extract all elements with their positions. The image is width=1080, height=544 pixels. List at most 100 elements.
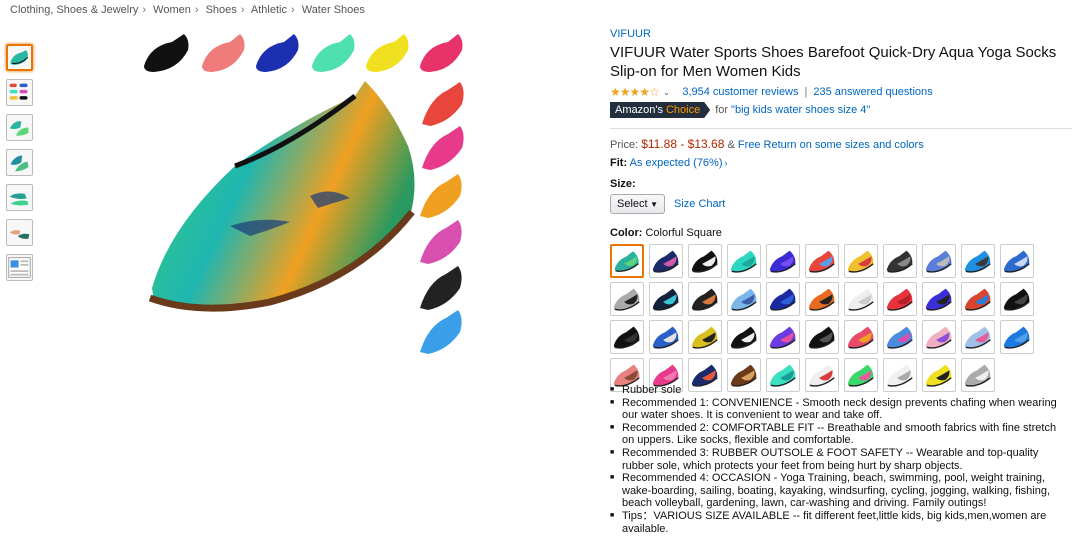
color-swatch[interactable]: [844, 320, 878, 354]
thumbnail-5[interactable]: [6, 184, 33, 211]
divider: [610, 128, 1072, 129]
shoe-swatch-icon: [691, 250, 718, 273]
color-swatch[interactable]: [688, 244, 722, 278]
shoe-swatch-icon: [730, 288, 757, 311]
size-label: Size:: [610, 178, 636, 190]
shoe-swatch-icon: [769, 326, 796, 349]
color-swatch[interactable]: [1000, 320, 1034, 354]
shoe-swatch-icon: [730, 326, 757, 349]
color-swatch[interactable]: [649, 320, 683, 354]
color-label: Color:: [610, 227, 643, 239]
size-row: Select ▼ Size Chart: [610, 194, 1072, 214]
main-product-image[interactable]: [140, 26, 480, 356]
breadcrumb-water-shoes[interactable]: Water Shoes: [302, 4, 365, 16]
color-swatch[interactable]: [805, 282, 839, 316]
color-swatch[interactable]: [766, 244, 800, 278]
shoe-swatch-icon: [769, 250, 796, 273]
breadcrumb-separator: ›: [194, 4, 199, 16]
color-swatch[interactable]: [727, 244, 761, 278]
reviews-link[interactable]: 3,954 customer reviews: [682, 86, 798, 98]
color-swatch[interactable]: [649, 282, 683, 316]
price-label: Price:: [610, 139, 639, 151]
thumbnail-strip: [6, 44, 34, 289]
color-swatch[interactable]: [727, 320, 761, 354]
shoe-swatch-icon: [808, 326, 835, 349]
color-swatch[interactable]: [610, 244, 644, 278]
color-swatch[interactable]: [922, 244, 956, 278]
color-swatch[interactable]: [805, 244, 839, 278]
amazons-choice-row: Amazon's Choice for "big kids water shoes…: [610, 102, 1072, 118]
price-amp: &: [727, 139, 735, 151]
thumbnail-7[interactable]: [6, 254, 33, 281]
star-rating-icon[interactable]: ★★★★☆: [610, 85, 660, 99]
color-swatch[interactable]: [805, 320, 839, 354]
shoe-thumb-icon: [10, 50, 29, 65]
color-swatch[interactable]: [610, 320, 644, 354]
shoe-pair-icon: [10, 155, 29, 172]
shoe-swatch-icon: [964, 250, 991, 273]
thumbnail-2[interactable]: [6, 79, 33, 106]
color-swatch[interactable]: [1000, 282, 1034, 316]
bullet-item: Tips：VARIOUS SIZE AVAILABLE -- fit diffe…: [610, 510, 1068, 535]
color-swatch[interactable]: [1000, 244, 1034, 278]
price-range: $11.88 - $13.68: [641, 137, 725, 151]
fit-row: Fit: As expected (76%) ›: [610, 157, 1072, 169]
color-swatch[interactable]: [922, 282, 956, 316]
shoe-swatch-icon: [808, 288, 835, 311]
color-swatch[interactable]: [883, 244, 917, 278]
shoe-swatch-icon: [1003, 326, 1030, 349]
chevron-down-icon[interactable]: ⌄: [663, 87, 671, 98]
brand-link[interactable]: VIFUUR: [610, 28, 1072, 40]
shoe-pair-icon: [9, 121, 29, 136]
breadcrumb-shoes[interactable]: Shoes: [206, 4, 237, 16]
answered-questions-link[interactable]: 235 answered questions: [813, 86, 932, 98]
breadcrumb-athletic[interactable]: Athletic: [251, 4, 287, 16]
breadcrumb-separator: ›: [290, 4, 295, 16]
shoe-swatch-icon: [925, 250, 952, 273]
choice-query-link[interactable]: "big kids water shoes size 4": [731, 104, 870, 116]
thumbnail-1[interactable]: [6, 44, 33, 71]
bullet-item: Rubber sole: [610, 384, 1068, 397]
price-row: Price: $11.88 - $13.68 & Free Return on …: [610, 137, 1072, 151]
breadcrumb-separator: ›: [142, 4, 147, 16]
fit-value-link[interactable]: As expected (76%): [630, 157, 723, 169]
color-swatch[interactable]: [727, 282, 761, 316]
size-select[interactable]: Select ▼: [610, 194, 665, 214]
breadcrumb-women[interactable]: Women: [153, 4, 191, 16]
color-swatch[interactable]: [766, 320, 800, 354]
shoe-swatch-icon: [847, 326, 874, 349]
shoe-swatch-icon: [691, 288, 718, 311]
color-swatch[interactable]: [961, 320, 995, 354]
color-swatch[interactable]: [688, 320, 722, 354]
color-swatch[interactable]: [883, 320, 917, 354]
color-swatch[interactable]: [883, 282, 917, 316]
thumbnail-3[interactable]: [6, 114, 33, 141]
shoe-swatch-icon: [964, 326, 991, 349]
color-swatch[interactable]: [961, 282, 995, 316]
color-swatch[interactable]: [844, 282, 878, 316]
color-swatch[interactable]: [922, 320, 956, 354]
shoe-swatch-icon: [614, 251, 639, 272]
badge-choice-text: Choice: [665, 104, 701, 116]
color-swatch[interactable]: [649, 244, 683, 278]
color-row: Color: Colorful Square: [610, 227, 1072, 239]
color-swatch[interactable]: [844, 244, 878, 278]
color-swatch[interactable]: [766, 282, 800, 316]
shoe-swatch-icon: [691, 326, 718, 349]
bullet-item: Recommended 2: COMFORTABLE FIT -- Breath…: [610, 422, 1068, 447]
shoe-swatch-icon: [652, 288, 679, 311]
thumbnail-4[interactable]: [6, 149, 33, 176]
chevron-right-icon[interactable]: ›: [725, 158, 728, 168]
color-swatch[interactable]: [610, 282, 644, 316]
multi-color-shoes-icon: [9, 83, 28, 100]
shoe-swatch-icon: [613, 288, 640, 311]
color-swatch[interactable]: [688, 282, 722, 316]
shoe-swatch-icon: [925, 288, 952, 311]
thumbnail-6[interactable]: [6, 219, 33, 246]
size-chart-link[interactable]: Size Chart: [674, 198, 725, 210]
breadcrumb: Clothing, Shoes & Jewelry › Women › Shoes ›…: [10, 4, 365, 16]
product-title: VIFUUR Water Sports Shoes Barefoot Quick…: [610, 44, 1057, 80]
free-return-link[interactable]: Free Return on some sizes and colors: [738, 139, 924, 151]
breadcrumb-clothing[interactable]: Clothing, Shoes & Jewelry: [10, 4, 138, 16]
color-swatch[interactable]: [961, 244, 995, 278]
